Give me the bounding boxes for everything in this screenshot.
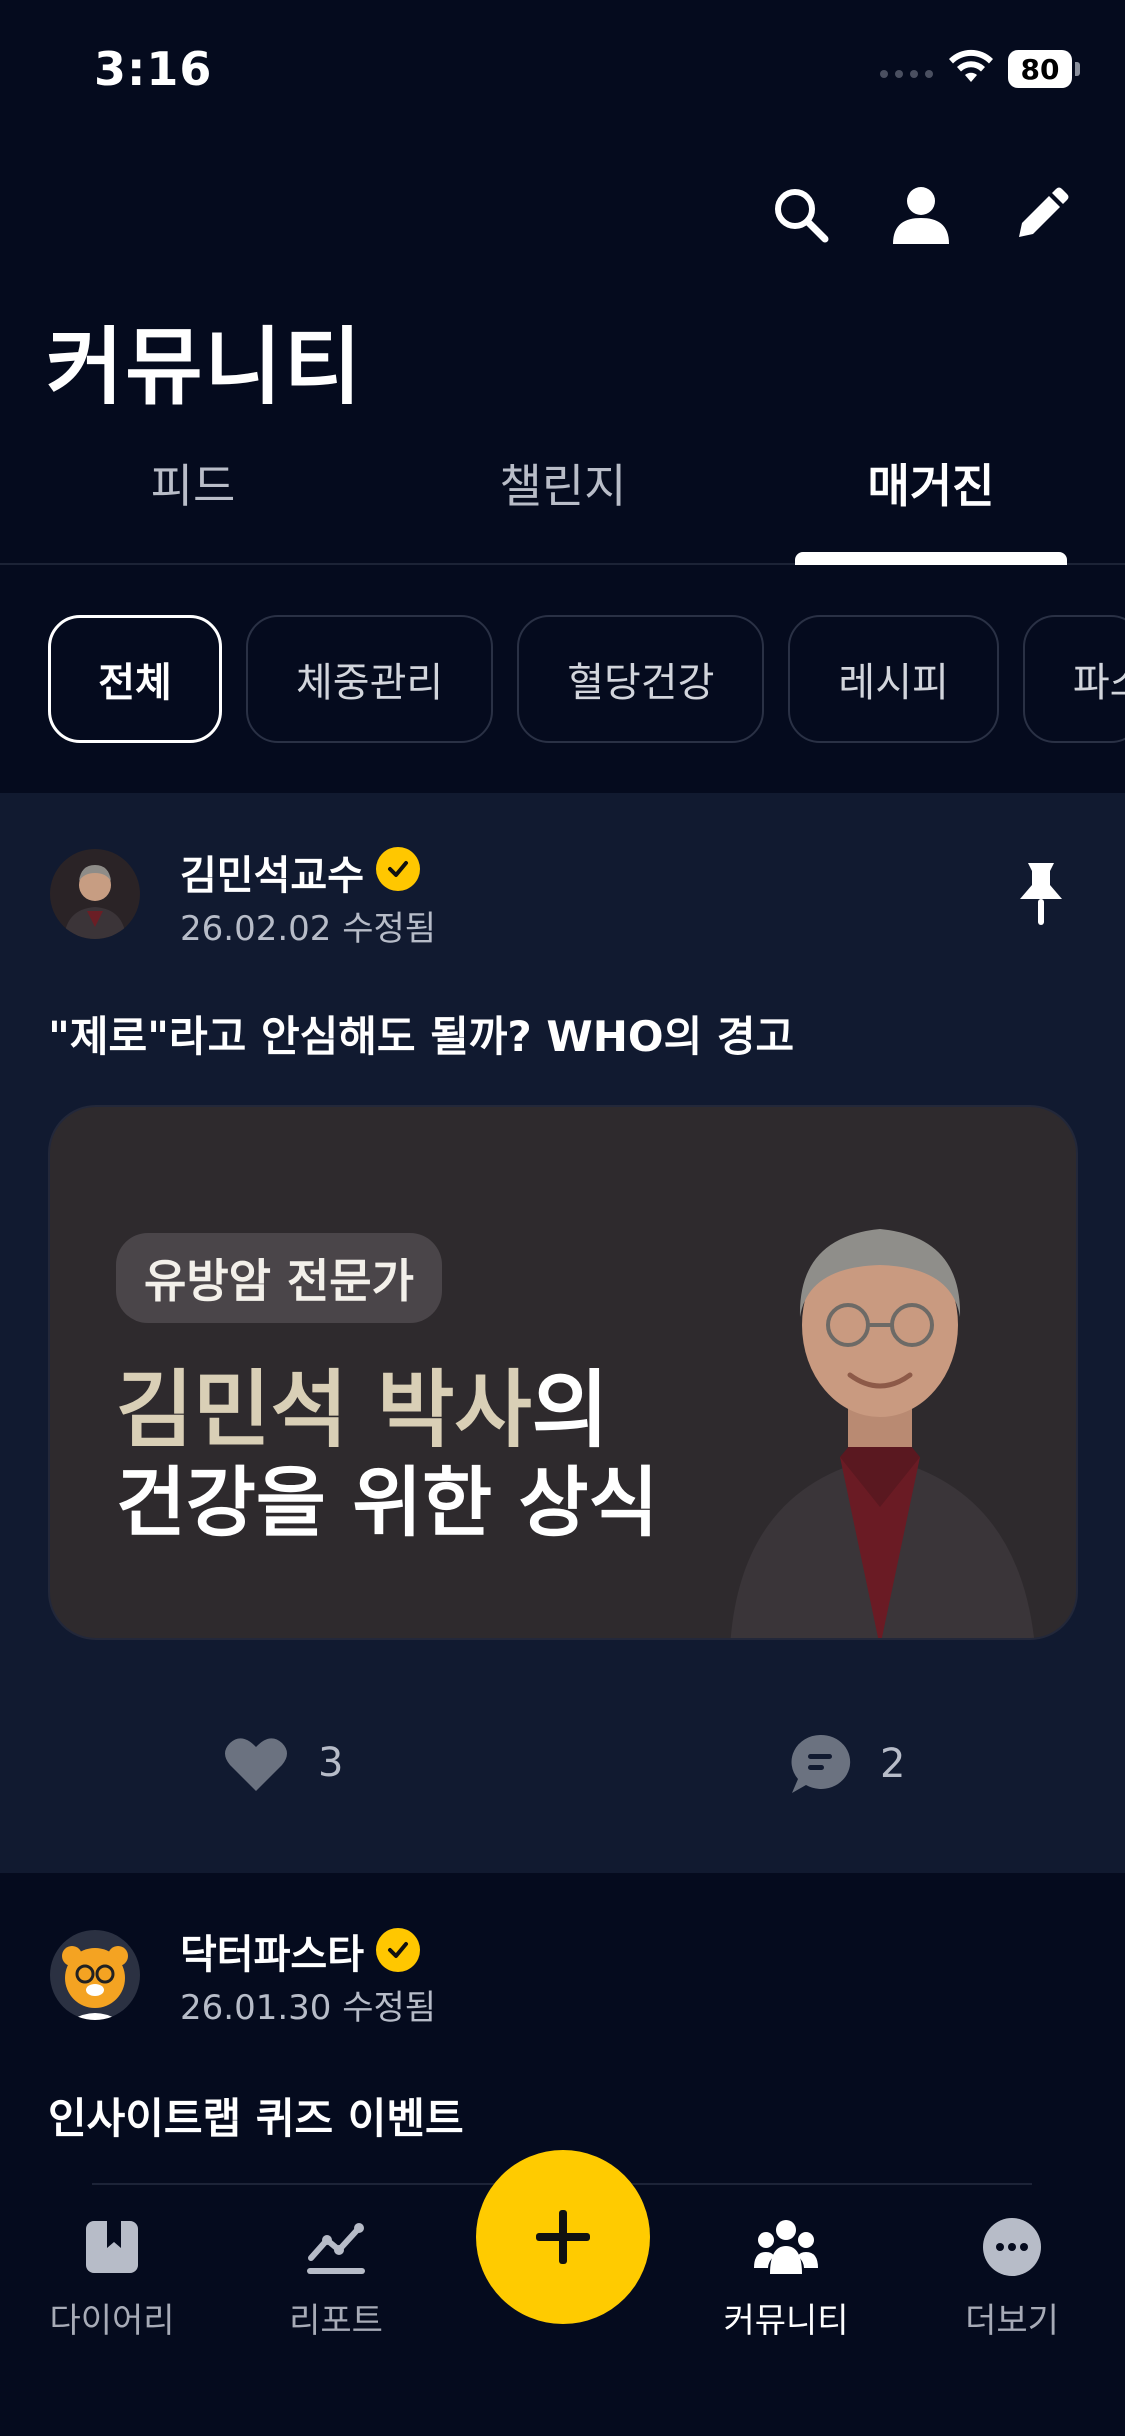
comment-icon[interactable] <box>788 1733 852 1795</box>
nav-label: 더보기 <box>965 2301 1059 2341</box>
profile-icon[interactable] <box>886 180 956 250</box>
more-icon <box>980 2215 1044 2279</box>
battery-tip <box>1075 62 1080 76</box>
post-card[interactable]: 김민석교수 26.02.02 수정됨 "제로"라고 안심해도 될까? WHO의 … <box>0 793 1125 1873</box>
status-time: 3:16 <box>94 42 213 96</box>
post-title[interactable]: "제로"라고 안심해도 될까? WHO의 경고 <box>48 1003 794 1064</box>
tab-magazine[interactable]: 매거진 <box>746 450 1116 516</box>
nav-report[interactable]: 리포트 <box>246 2215 426 2342</box>
chip-weight[interactable]: 체중관리 <box>246 615 494 743</box>
chip-blood-sugar[interactable]: 혈당건강 <box>517 615 765 743</box>
nav-diary[interactable]: 다이어리 <box>22 2215 202 2342</box>
banner-headline-2: 건강을 위한 상식 <box>116 1458 659 1547</box>
chip-all[interactable]: 전체 <box>48 615 222 743</box>
comment-stat[interactable]: 2 <box>788 1733 905 1795</box>
category-chips: 전체 체중관리 혈당건강 레시피 파스 <box>48 615 1125 743</box>
verified-icon <box>376 847 420 891</box>
pin-icon <box>1020 863 1062 925</box>
author-name[interactable]: 닥터파스타 <box>180 1922 364 1980</box>
banner-badge: 유방암 전문가 <box>116 1233 442 1323</box>
nav-more[interactable]: 더보기 <box>922 2215 1102 2342</box>
add-post-button[interactable] <box>476 2150 650 2324</box>
like-stat[interactable]: 3 <box>222 1733 343 1793</box>
wifi-icon <box>949 49 993 82</box>
chip-recipe[interactable]: 레시피 <box>788 615 999 743</box>
community-icon <box>754 2215 818 2279</box>
tab-challenge[interactable]: 챌린지 <box>378 450 748 516</box>
heart-icon[interactable] <box>222 1733 290 1793</box>
like-count: 3 <box>318 1740 344 1786</box>
comment-count: 2 <box>880 1741 906 1787</box>
post-date: 26.01.30 수정됨 <box>180 1988 437 2028</box>
edit-icon[interactable] <box>1006 180 1076 250</box>
signal-icon <box>880 70 933 78</box>
verified-icon <box>376 1928 420 1972</box>
nav-community[interactable]: 커뮤니티 <box>696 2215 876 2342</box>
plus-icon <box>536 2210 590 2264</box>
author-avatar[interactable] <box>50 849 140 939</box>
author-name[interactable]: 김민석교수 <box>180 843 364 901</box>
doctor-portrait <box>730 1229 1034 1638</box>
chip-pasta[interactable]: 파스 <box>1022 615 1125 743</box>
battery-icon: 80 <box>1008 50 1072 88</box>
post-banner-image[interactable]: 유방암 전문가 김민석 박사의 건강을 위한 상식 <box>48 1105 1078 1640</box>
nav-label: 다이어리 <box>49 2301 175 2341</box>
author-avatar[interactable] <box>50 1930 140 2020</box>
tab-bar: 피드 챌린지 매거진 <box>0 410 1125 565</box>
post-date: 26.02.02 수정됨 <box>180 909 437 949</box>
nav-label: 커뮤니티 <box>723 2301 849 2341</box>
nav-label: 리포트 <box>289 2301 383 2341</box>
search-icon[interactable] <box>766 180 836 250</box>
tab-indicator <box>795 552 1067 565</box>
tab-feed[interactable]: 피드 <box>8 450 378 516</box>
report-icon <box>304 2215 368 2279</box>
diary-icon <box>80 2215 144 2279</box>
page-title: 커뮤니티 <box>46 318 364 416</box>
post-title[interactable]: 인사이트랩 퀴즈 이벤트 <box>48 2085 464 2146</box>
status-bar: 3:16 80 <box>0 0 1125 140</box>
